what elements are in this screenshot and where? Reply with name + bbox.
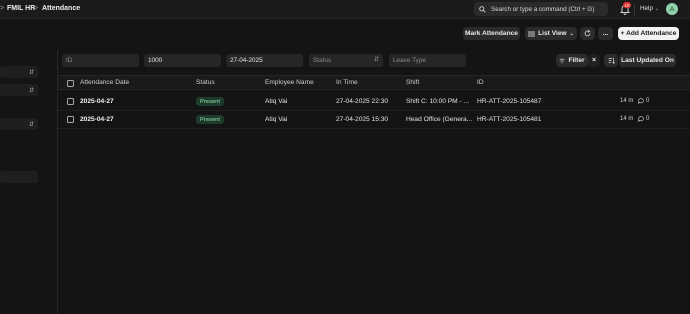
refresh-button[interactable] (580, 27, 595, 40)
close-icon: × (591, 57, 597, 64)
add-attendance-label: + Add Attendance (620, 30, 677, 37)
date-filter-input[interactable]: 27-04-2025 (226, 54, 303, 67)
comment-icon (638, 98, 644, 104)
sort-descending-icon (608, 57, 615, 64)
status-badge: Present (196, 115, 224, 124)
chevron-down-icon: ⌄ (569, 30, 574, 37)
sidebar-select-2[interactable]: ⇵ (0, 84, 38, 96)
column-header-employee-name[interactable]: Employee Name (265, 79, 314, 86)
table-header: Attendance Date Status Employee Name In … (58, 75, 690, 90)
filter-label: Filter (568, 57, 585, 64)
leave-type-filter-placeholder: Leave Type (393, 57, 426, 64)
cell-id: HR-ATT-2025-105487 (477, 98, 542, 105)
sort-arrows-icon: ⇵ (373, 57, 379, 63)
table-row[interactable]: 2025-04-27 Present Atiq Vai 27-04-2025 2… (58, 93, 690, 111)
status-badge: Present (196, 97, 224, 106)
list-view-label: List View (538, 30, 567, 37)
comment-count[interactable]: 0 (638, 116, 649, 122)
row-checkbox[interactable] (67, 116, 74, 123)
select-all-checkbox[interactable] (67, 80, 74, 87)
breadcrumb-fmil-hr[interactable]: FMIL HR (7, 5, 35, 12)
add-attendance-button[interactable]: + Add Attendance (618, 27, 679, 40)
list-icon (528, 31, 536, 36)
list-view-dropdown[interactable]: List View ⌄ (525, 27, 577, 40)
cell-in-time: 27-04-2025 15:30 (336, 116, 389, 123)
sort-arrows-icon: ⇵ (28, 87, 34, 94)
comment-count-value: 0 (646, 116, 650, 122)
help-label: Help (640, 5, 653, 12)
sidebar-select-3[interactable]: ⇵ (0, 118, 38, 130)
comment-count-value: 0 (646, 98, 650, 104)
breadcrumb-separator: > (0, 5, 5, 12)
sidebar-select-1[interactable]: ⇵ (0, 66, 38, 78)
breadcrumb-attendance[interactable]: Attendance (42, 5, 80, 12)
column-header-id[interactable]: ID (477, 79, 484, 86)
id-filter-input[interactable]: ID (62, 54, 139, 67)
date-filter-value: 27-04-2025 (230, 57, 263, 64)
search-icon (479, 5, 486, 13)
cell-employee-name: Atiq Vai (265, 116, 288, 123)
cell-in-time: 27-04-2025 22:30 (336, 98, 389, 105)
sidebar-field[interactable] (0, 171, 38, 183)
status-filter-select[interactable]: Status ⇵ (309, 54, 383, 67)
status-filter-placeholder: Status (313, 57, 332, 64)
navbar: > FMIL HR > Attendance Search or type a … (0, 0, 690, 19)
more-actions-button[interactable]: ... (598, 27, 613, 40)
chevron-down-icon: ⌄ (654, 5, 660, 12)
sort-arrows-icon: ⇵ (28, 69, 34, 76)
navbar-divider (634, 4, 635, 15)
row-checkbox[interactable] (67, 98, 74, 105)
search-placeholder: Search or type a command (Ctrl + G) (491, 5, 595, 13)
employee-filter-input[interactable]: 1000 (144, 54, 221, 67)
breadcrumb-separator: > (34, 5, 39, 12)
mark-attendance-label: Mark Attendance (465, 30, 518, 37)
column-header-attendance-date[interactable]: Attendance Date (80, 79, 129, 86)
column-header-status[interactable]: Status (196, 79, 215, 86)
cell-shift: Head Office (Genera... (406, 116, 473, 123)
more-icon: ... (602, 30, 609, 37)
filter-icon (560, 58, 565, 63)
cell-id: HR-ATT-2025-105481 (477, 116, 542, 123)
column-header-shift[interactable]: Shift (406, 79, 419, 86)
mark-attendance-button[interactable]: Mark Attendance (463, 27, 520, 40)
employee-filter-value: 1000 (148, 57, 163, 64)
modified-age: 14 m (620, 116, 634, 122)
comment-icon (638, 116, 644, 122)
comment-count[interactable]: 0 (638, 98, 649, 104)
help-dropdown[interactable]: Help ⌄ (640, 5, 659, 12)
sort-order-button[interactable] (604, 54, 618, 67)
sort-field-label: Last Updated On (621, 57, 674, 64)
global-search-input[interactable]: Search or type a command (Ctrl + G) (474, 2, 608, 16)
id-filter-placeholder: ID (66, 57, 73, 64)
refresh-icon (584, 30, 591, 37)
cell-employee-name: Atiq Vai (265, 98, 288, 105)
cell-attendance-date[interactable]: 2025-04-27 (80, 116, 114, 123)
modified-age: 14 m (620, 98, 634, 104)
user-avatar[interactable]: A (666, 3, 678, 15)
table-row[interactable]: 2025-04-27 Present Atiq Vai 27-04-2025 1… (58, 111, 690, 129)
sort-field-button[interactable]: Last Updated On (619, 54, 676, 67)
cell-shift: Shift C: 10:00 PM - ... (406, 98, 470, 105)
clear-filter-button[interactable]: × (588, 54, 600, 67)
column-header-in-time[interactable]: In Time (336, 79, 358, 86)
cell-attendance-date[interactable]: 2025-04-27 (80, 98, 114, 105)
sort-arrows-icon: ⇵ (28, 121, 34, 128)
notification-count-badge: 10 (623, 2, 631, 8)
leave-type-filter-input[interactable]: Leave Type (389, 54, 466, 67)
filter-button[interactable]: Filter (556, 54, 588, 67)
